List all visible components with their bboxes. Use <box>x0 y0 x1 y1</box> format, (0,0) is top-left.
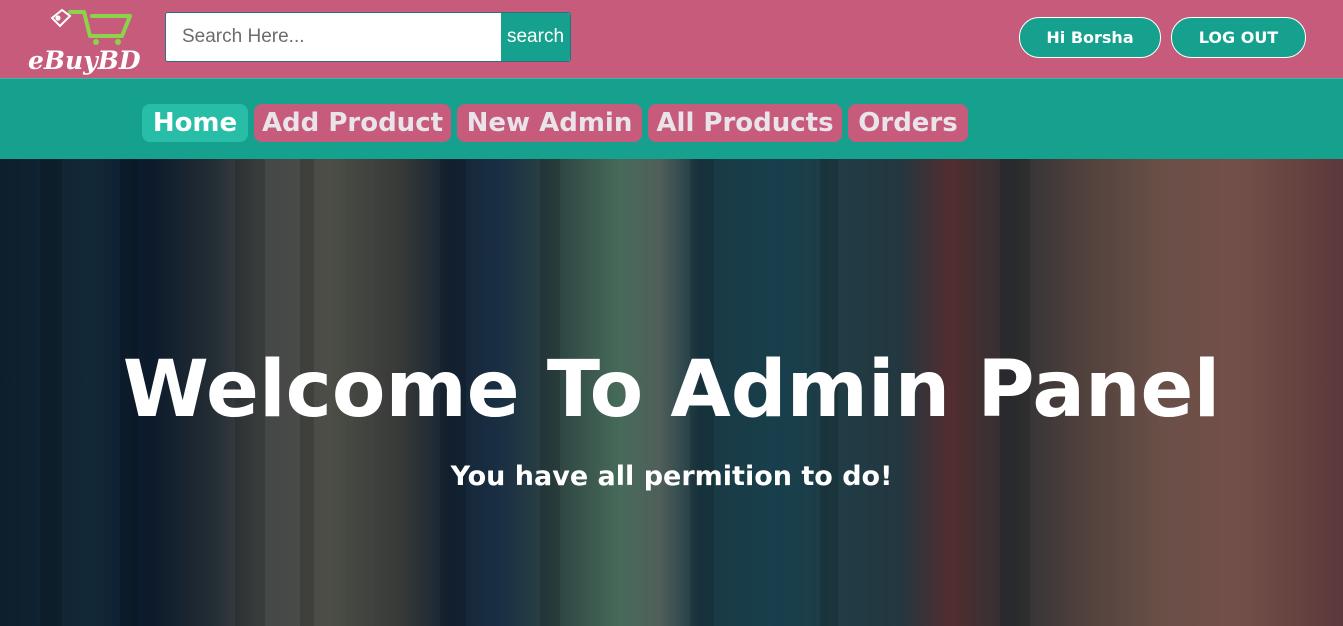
search-bar: search <box>165 12 571 62</box>
logout-button[interactable]: LOG OUT <box>1171 17 1306 58</box>
hero-subtitle: You have all permition to do! <box>450 461 893 492</box>
user-greeting-button[interactable]: Hi Borsha <box>1019 17 1161 58</box>
nav-item-orders[interactable]: Orders <box>848 104 968 142</box>
hero-title: Welcome To Admin Panel <box>122 345 1221 435</box>
logo-text: eBuyBD <box>28 46 141 75</box>
nav-item-home[interactable]: Home <box>142 104 248 142</box>
site-logo[interactable]: eBuyBD <box>26 6 146 75</box>
top-header: eBuyBD search Hi Borsha LOG OUT <box>0 0 1343 78</box>
search-input[interactable] <box>166 13 501 61</box>
nav-item-new-admin[interactable]: New Admin <box>457 104 642 142</box>
shopping-cart-icon <box>50 8 132 45</box>
nav-item-all-products[interactable]: All Products <box>648 104 842 142</box>
main-nav: Home Add Product New Admin All Products … <box>0 78 1343 159</box>
hero-banner: Welcome To Admin Panel You have all perm… <box>0 159 1343 626</box>
nav-item-add-product[interactable]: Add Product <box>254 104 451 142</box>
search-button[interactable]: search <box>501 13 570 61</box>
